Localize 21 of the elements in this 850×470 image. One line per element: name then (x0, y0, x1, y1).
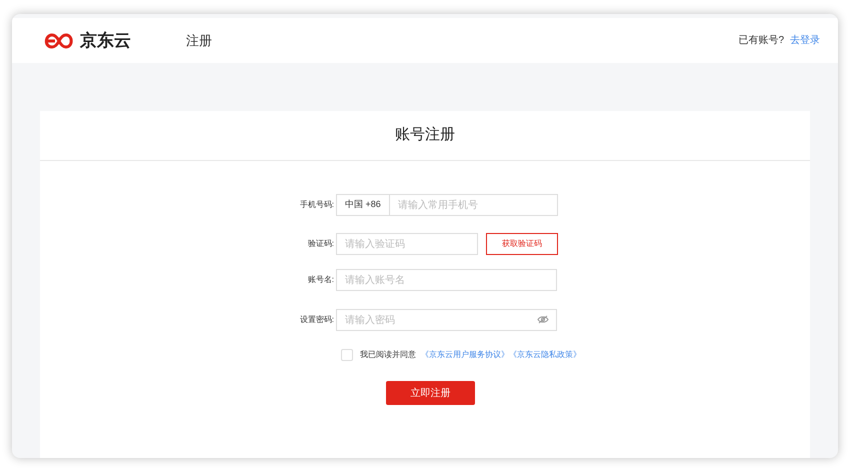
account-name-field[interactable]: 请输入账号名 (336, 269, 557, 291)
agreement-text: 我已阅读并同意 (360, 349, 416, 361)
field-label: 设置密码: (298, 314, 335, 326)
policy-link[interactable]: 《京东云用户服务协议》 (421, 349, 509, 361)
policy-link[interactable]: 《京东云隐私政策》 (509, 349, 581, 361)
hidden-eye-icon[interactable] (537, 315, 549, 324)
agreement-checkbox[interactable] (341, 349, 353, 361)
login-link[interactable]: 去登录 (790, 33, 820, 48)
password-field[interactable]: 请输入密码 (336, 309, 557, 331)
field-label: 账号名: (306, 274, 335, 286)
login-prompt: 已有账号? (738, 34, 784, 48)
code-field[interactable]: 请输入验证码 (336, 233, 478, 255)
page-title: 注册 (186, 32, 212, 50)
logo-text[interactable]: 京东云 (80, 28, 131, 54)
get-code-button[interactable]: 获取验证码 (486, 233, 558, 255)
card-title: 账号注册 (395, 125, 455, 146)
register-button[interactable]: 立即注册 (386, 381, 475, 405)
country-code-prefix[interactable]: 中国 +86 (337, 195, 390, 215)
field-label: 手机号码: (298, 199, 335, 211)
field-label: 验证码: (306, 238, 335, 250)
phone-field[interactable]: 中国 +86 请输入常用手机号 (336, 194, 558, 216)
